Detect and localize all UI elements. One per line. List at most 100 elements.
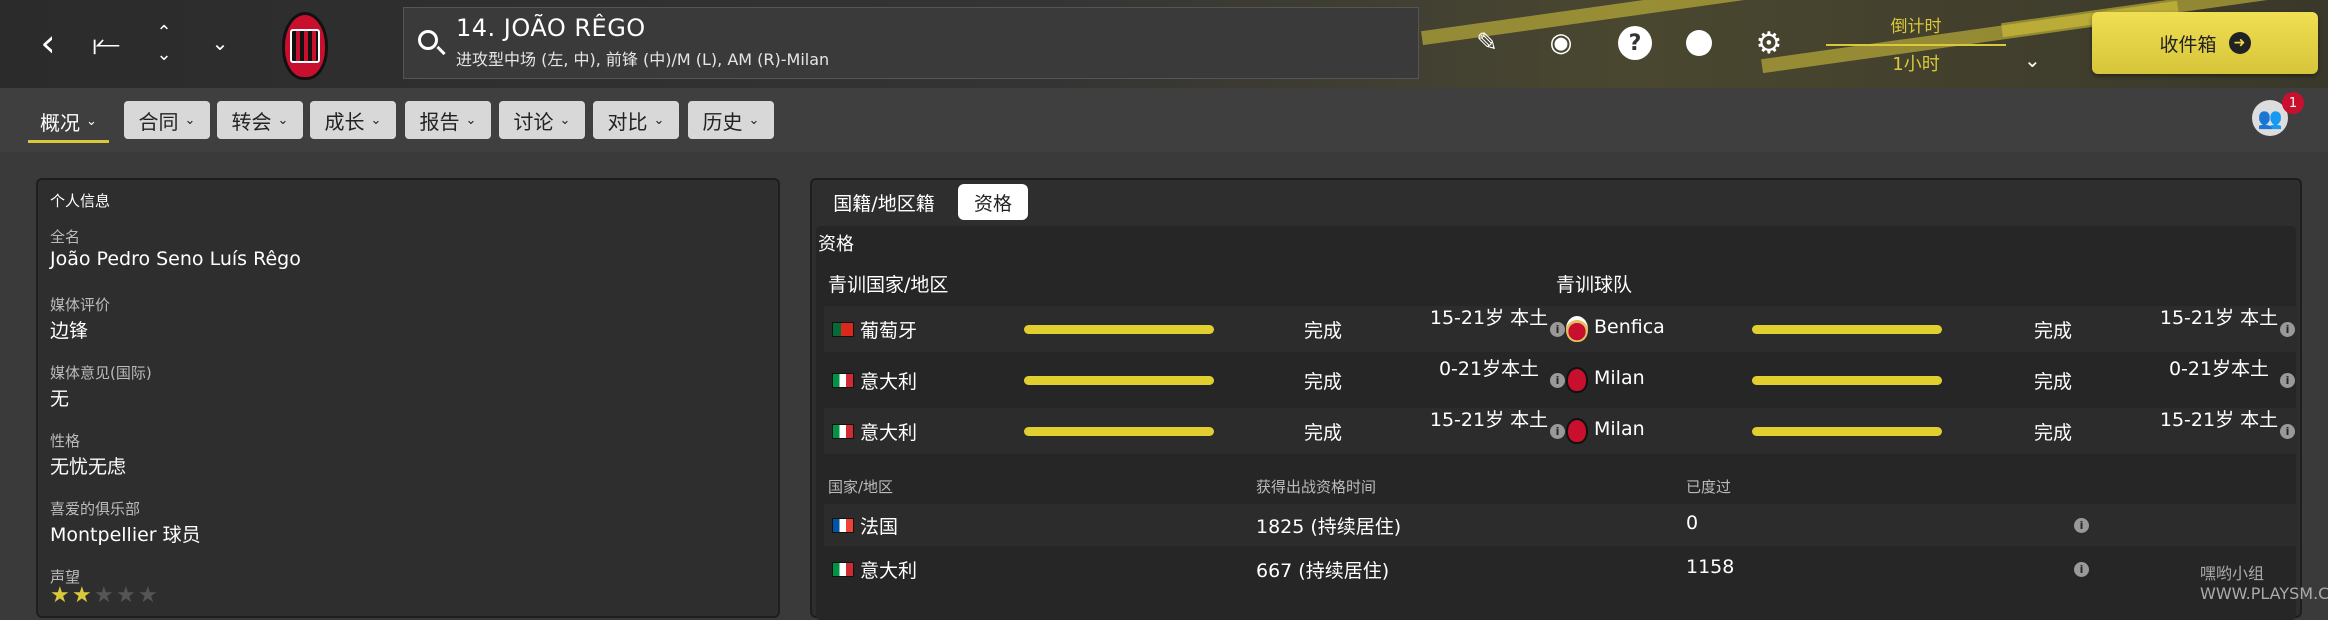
chevron-down-icon: ⌄ [465,112,477,128]
player-search-bar[interactable]: 14. JOÃO RÊGO 进攻型中场 (左, 中), 前锋 (中)/M (L)… [403,7,1419,79]
inbox-label: 收件箱 [2159,33,2217,56]
chevron-down-icon: ⌄ [184,112,196,128]
tab-eligibility[interactable]: 资格 [958,184,1028,220]
info-icon[interactable]: i [1550,322,1565,337]
globe-icon[interactable]: ◉ [1544,26,1578,60]
residency-row: 意大利 667 (持续居住) 1158 i [824,548,2298,590]
menu-label: 历史 [702,109,743,134]
info-icon[interactable]: i [2280,373,2295,388]
back-icon[interactable]: ‹ [26,18,70,68]
milan-crest-icon [1566,418,1588,444]
residency-time: 667 (持续居住) [1256,560,1390,582]
nation-name: 葡萄牙 [860,320,918,342]
star-icon: ★ [50,583,70,608]
section-title: 个人信息 [50,192,111,210]
tab-overview[interactable]: 概况 ⌄ [28,102,109,143]
residency-spent: 1158 [1686,556,1735,578]
nation-name: 意大利 [860,371,918,393]
timer-label: 倒计时 [1890,17,1942,37]
nation-progress-bar [1024,376,1214,385]
timer-divider [1826,44,2006,46]
status-dot-icon[interactable] [1686,30,1712,56]
residency-time: 1825 (持续居住) [1256,516,1402,538]
menu-reports[interactable]: 报告 ⌄ [405,101,491,139]
club-progress-bar [1752,427,1942,436]
notification-badge: 1 [2282,92,2304,114]
menu-development[interactable]: 成长 ⌄ [310,101,396,139]
club-status: 完成 [2034,371,2073,393]
info-icon[interactable]: i [2074,562,2089,577]
menu-history[interactable]: 历史 ⌄ [688,101,774,139]
club-progress-bar [1752,376,1942,385]
nation-status: 完成 [1304,371,1343,393]
field-value: 无 [50,388,70,410]
field-value: 边锋 [50,320,89,342]
menu-label: 转会 [231,109,272,134]
gear-icon[interactable]: ⚙ [1752,26,1786,61]
arrow-right-icon: ➜ [2228,32,2251,54]
residency-row: 法国 1825 (持续居住) 0 i [824,504,2298,546]
nation-age-rule: 15-21岁 本土 [1429,307,1549,329]
dropdown-chevron-icon[interactable]: ⌄ [198,18,242,68]
star-icon: ★ [116,583,136,608]
tab-nationality[interactable]: 国籍/地区籍 [824,184,944,220]
personal-info-panel: 个人信息 全名 João Pedro Seno Luís Rêgo 媒体评价 边… [36,178,780,618]
pencil-icon[interactable]: ✎ [1470,26,1504,60]
residency-country: 意大利 [860,560,918,582]
info-icon[interactable]: i [2280,424,2295,439]
inbox-button[interactable]: 收件箱 ➜ [2092,12,2318,74]
field-value: 无忧无虑 [50,456,127,478]
info-icon[interactable]: i [1550,373,1565,388]
info-icon[interactable]: i [1550,424,1565,439]
nation-status: 完成 [1304,320,1343,342]
nation-progress-bar [1024,427,1214,436]
club-name[interactable]: Milan [1594,418,1645,440]
star-icon: ★ [72,583,92,608]
italy-flag-icon [832,373,854,388]
menu-compare[interactable]: 对比 ⌄ [593,101,679,139]
club-progress-bar [1752,325,1942,334]
field-label: 媒体意见(国际) [50,364,152,382]
club-age-rule: 15-21岁 本土 [2159,409,2279,431]
column-header: 获得出战资格时间 [1256,478,1377,496]
eligibility-row: 意大利 完成 15-21岁 本土 i Milan 完成 15-21岁 本土 i [824,408,2298,454]
top-bar: ‹ ⥒ ⌃ ⌄ ⌄ 14. JOÃO RÊGO 进攻型中场 (左, 中), 前锋 … [0,0,2328,88]
club-name[interactable]: Milan [1594,367,1645,389]
player-name: 14. JOÃO RÊGO [456,14,646,42]
chevron-down-icon: ⌄ [86,113,97,129]
club-age-rule: 15-21岁 本土 [2159,307,2279,329]
eligibility-content: 资格 青训国家/地区 青训球队 葡萄牙 完成 15-21岁 本土 i Benfica 完成… [816,226,2298,620]
nation-name: 意大利 [860,422,918,444]
skip-back-icon[interactable]: ⥒ [84,18,128,68]
france-flag-icon [832,518,854,533]
menu-contract[interactable]: 合同 ⌄ [124,101,210,139]
club-age-rule: 0-21岁本土 [2168,358,2270,380]
club-header: 青训球队 [1556,274,1633,296]
field-label: 媒体评价 [50,296,111,314]
club-name[interactable]: Benfica [1594,316,1665,338]
menu-label: 成长 [324,109,365,134]
field-label: 性格 [50,432,81,450]
help-icon[interactable]: ? [1618,26,1652,60]
search-icon[interactable] [418,30,438,50]
info-icon[interactable]: i [2074,518,2089,533]
info-icon[interactable]: i [2280,322,2295,337]
up-down-icon[interactable]: ⌃ ⌄ [142,22,186,66]
nation-age-rule: 0-21岁本土 [1438,358,1540,380]
menu-transfer[interactable]: 转会 ⌄ [217,101,303,139]
portugal-flag-icon [832,322,854,337]
timer-value[interactable]: 1小时 [1826,50,2006,76]
club-status: 完成 [2034,422,2073,444]
menu-discuss[interactable]: 讨论 ⌄ [499,101,585,139]
timer-chevron-icon[interactable]: ⌄ [2024,48,2041,72]
italy-flag-icon [832,424,854,439]
milan-crest-icon[interactable] [282,12,328,80]
chevron-down-icon: ⌄ [277,112,289,128]
club-status: 完成 [2034,320,2073,342]
column-header: 国家/地区 [828,478,894,496]
field-value[interactable]: Montpellier 球员 [50,520,201,547]
tab-overview-label: 概况 [40,110,80,135]
chevron-down-icon: ⌄ [653,112,665,128]
star-icon: ★ [138,583,158,608]
nation-age-rule: 15-21岁 本土 [1429,409,1549,431]
